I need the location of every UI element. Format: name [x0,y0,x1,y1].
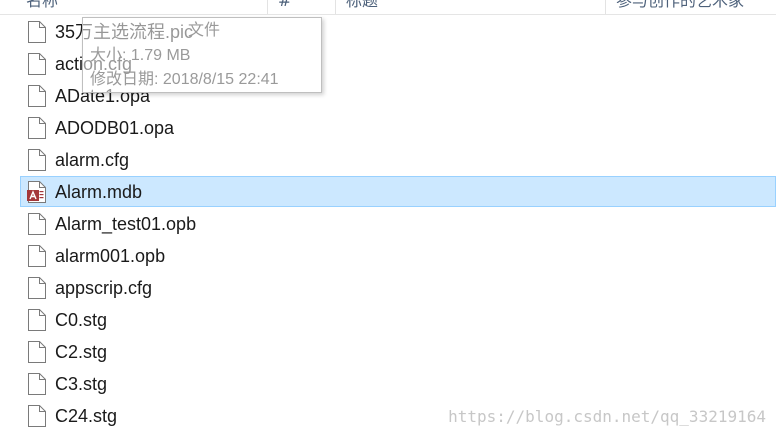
file-icon [27,117,46,139]
column-header-number[interactable]: # [270,0,338,14]
file-icon [27,53,46,75]
file-row-selected[interactable]: Alarm.mdb [0,176,776,208]
file-row[interactable]: appscrip.cfg [0,272,776,304]
file-icon [27,149,46,171]
file-info-tooltip: 文件 大小: 1.79 MB 修改日期: 2018/8/15 22:41 [82,17,322,93]
column-header-artist[interactable]: 参与创作的艺术家 [608,0,776,14]
file-explorer-list-view: 名称 # 标题 参与创作的艺术家 35万主选流程.pic action.cfg … [0,0,776,436]
file-name: C24.stg [55,406,118,426]
column-header-bar: 名称 # 标题 参与创作的艺术家 [0,0,776,15]
column-separator[interactable] [335,0,336,14]
file-icon [27,213,46,235]
file-icon [27,405,46,427]
file-row[interactable]: C0.stg [0,304,776,336]
tooltip-modified-date: 修改日期: 2018/8/15 22:41 [90,71,279,88]
file-name: Alarm_test01.opb [55,214,197,234]
file-name: ADODB01.opa [55,118,175,138]
watermark-url: https://blog.csdn.net/qq_33219164 [448,407,766,426]
column-header-name[interactable]: 名称 [18,0,266,14]
file-row[interactable]: alarm.cfg [0,144,776,176]
file-name: Alarm.mdb [55,182,143,202]
file-name: appscrip.cfg [55,278,153,298]
file-name: alarm.cfg [55,150,130,170]
file-icon [27,21,46,43]
file-row[interactable]: ADODB01.opa [0,112,776,144]
file-icon [27,245,46,267]
column-header-title[interactable]: 标题 [338,0,606,14]
file-icon [27,373,46,395]
file-row[interactable]: Alarm_test01.opb [0,208,776,240]
file-name: C0.stg [55,310,108,330]
file-name: alarm001.opb [55,246,166,266]
file-row[interactable]: C3.stg [0,368,776,400]
file-row[interactable]: alarm001.opb [0,240,776,272]
tooltip-type: 文件 [188,22,221,39]
access-database-icon [27,181,46,203]
file-name: C2.stg [55,342,108,362]
file-icon [27,277,46,299]
file-row[interactable]: C2.stg [0,336,776,368]
column-separator[interactable] [267,0,268,14]
tooltip-size: 大小: 1.79 MB [90,47,191,64]
file-name: C3.stg [55,374,108,394]
file-icon [27,85,46,107]
file-icon [27,341,46,363]
column-separator[interactable] [605,0,606,14]
file-icon [27,309,46,331]
